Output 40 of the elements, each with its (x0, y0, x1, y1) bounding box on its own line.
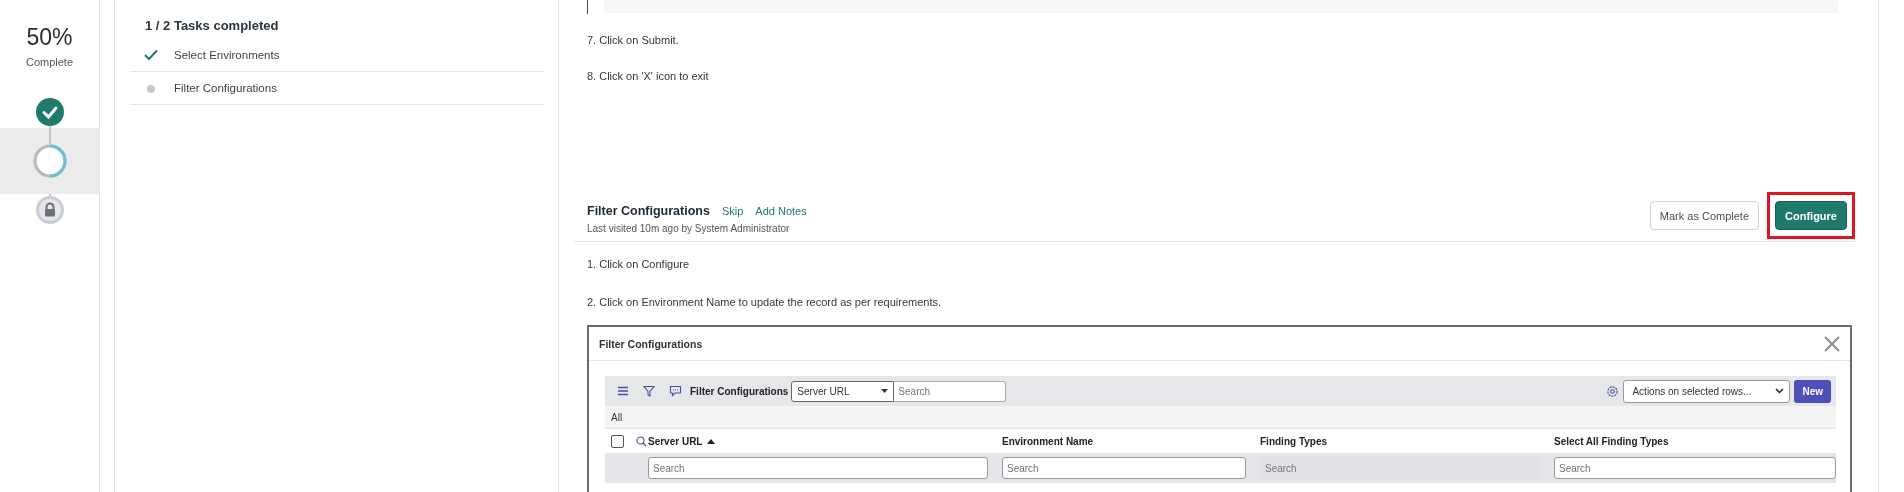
new-button[interactable]: New (1794, 379, 1831, 403)
mark-complete-button[interactable]: Mark as Complete (1649, 201, 1760, 230)
complete-label: Complete (24, 56, 75, 68)
sort-ascending-icon (707, 438, 716, 444)
chevron-down-icon (1775, 388, 1785, 394)
percent-complete: 50% (25, 24, 74, 51)
section-link[interactable]: Add Notes (755, 205, 807, 217)
column-search-field[interactable]: Search (1002, 457, 1246, 479)
column-search-field[interactable]: Search (648, 457, 988, 479)
section-link[interactable]: Skip (721, 205, 744, 217)
close-icon[interactable] (1824, 335, 1840, 352)
actions-select[interactable]: Actions on selected rows... (1623, 379, 1791, 403)
search-field[interactable]: Search (894, 380, 1007, 402)
instruction-text: 7. Click on Submit. (587, 34, 680, 46)
caret-icon (881, 389, 889, 393)
configure-button[interactable]: Configure (1775, 201, 1847, 230)
menu-icon[interactable] (617, 386, 629, 396)
column-search-field[interactable]: Search (1554, 457, 1836, 479)
lock-icon[interactable] (35, 196, 64, 224)
filter-icon[interactable] (643, 385, 655, 397)
chat-icon[interactable] (669, 385, 682, 397)
settings-icon[interactable] (1606, 384, 1620, 398)
instruction-text: 2. Click on Environment Name to update the record as per requirements. (587, 296, 942, 308)
tasks-heading: 1 / 2 Tasks completed (145, 18, 280, 33)
search-icon[interactable] (636, 435, 647, 447)
breadcrumb-link[interactable]: All (611, 411, 623, 423)
task-item[interactable]: Filter Configurations (174, 82, 277, 94)
step-done-icon[interactable] (35, 98, 64, 126)
column-header[interactable]: Server URL (648, 435, 703, 447)
select-all-checkbox[interactable] (611, 434, 624, 448)
section-title: Filter Configurations (587, 204, 710, 218)
instruction-text: 8. Click on 'X' icon to exit (587, 70, 710, 82)
dialog-title: Filter Configurations (599, 337, 703, 350)
task-item[interactable]: Select Environments (174, 49, 280, 61)
last-visited-text: Last visited 10m ago by System Administrator (587, 223, 791, 234)
field-select[interactable]: Server URL (791, 380, 895, 402)
column-header[interactable]: Environment Name (1002, 435, 1094, 447)
instruction-text: 1. Click on Configure (587, 258, 691, 270)
list-title: Filter Configurations (690, 385, 789, 397)
column-header[interactable]: Select All Finding Types (1554, 435, 1669, 447)
